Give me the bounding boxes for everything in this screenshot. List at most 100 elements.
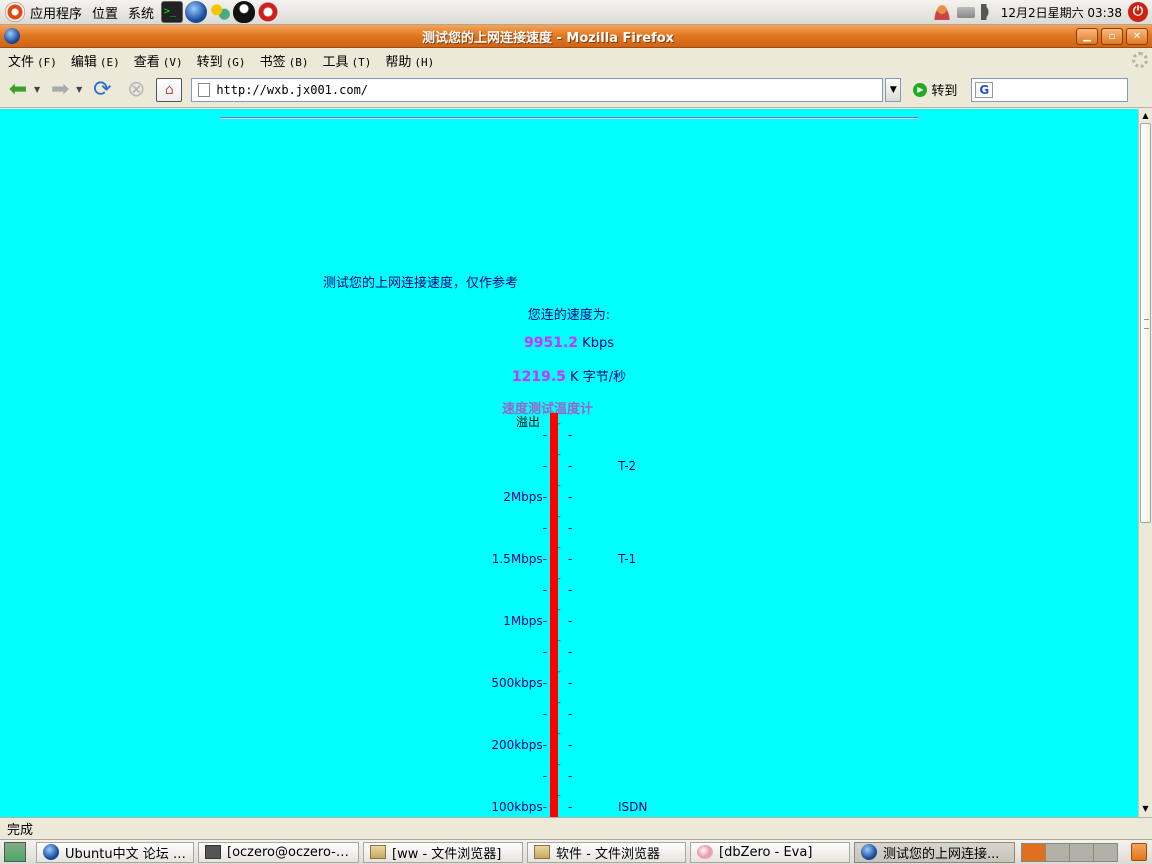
menu-system[interactable]: 系统	[123, 3, 159, 22]
back-history-dropdown-icon[interactable]: ▼	[34, 85, 40, 94]
bar-mark: -	[558, 419, 561, 428]
home-button[interactable]: ⌂	[156, 77, 183, 102]
menu-places[interactable]: 位置	[87, 3, 123, 22]
menu-tools[interactable]: 工具 (T)	[317, 51, 376, 70]
kbytes-value: 1219.5	[511, 369, 566, 385]
music-player-launcher-icon[interactable]	[257, 1, 280, 23]
close-button[interactable]: ✕	[1126, 27, 1148, 45]
speed-label: 您连的速度为:	[527, 308, 611, 323]
stop-button[interactable]: ⊗	[122, 76, 150, 104]
scale-dash: -	[568, 583, 573, 597]
menu-edit[interactable]: 编辑 (E)	[66, 51, 125, 70]
bar-mark: -	[558, 605, 561, 614]
search-bar[interactable]: G	[971, 77, 1129, 102]
printer-icon[interactable]	[956, 6, 975, 18]
ubuntu-logo-icon[interactable]	[5, 2, 25, 22]
workspace-switcher	[1021, 842, 1118, 862]
firefox-window-icon[interactable]	[4, 28, 20, 44]
throbber-icon	[1132, 52, 1148, 68]
workspace-3[interactable]	[1069, 842, 1094, 862]
bar-mark: -	[558, 543, 561, 552]
taskbar-item-ww-file-browser[interactable]: [ww - 文件浏览器]	[363, 841, 523, 863]
page-content: 测试您的上网连接速度，仅作参考 您连的速度为: 9951.2 Kbps 1219…	[0, 109, 1138, 817]
terminal-launcher-icon[interactable]: >_	[161, 1, 184, 23]
scale-dash: -	[542, 583, 547, 597]
menu-file[interactable]: 文件 (F)	[3, 51, 62, 70]
window-title: 测试您的上网连接速度 - Mozilla Firefox	[421, 30, 675, 46]
menu-view[interactable]: 查看 (V)	[129, 51, 188, 70]
scale-dash: -	[568, 614, 573, 628]
scale-dash: -	[568, 676, 573, 690]
workspace-4[interactable]	[1093, 842, 1118, 862]
terminal-icon	[205, 845, 221, 859]
trash-icon[interactable]	[1131, 843, 1147, 861]
maximize-button[interactable]: ▫	[1101, 27, 1123, 45]
taskbar-item-software-file-browser[interactable]: 软件 - 文件浏览器	[527, 841, 686, 863]
forward-button[interactable]: ➡	[46, 76, 74, 104]
reload-button[interactable]: ⟳	[88, 76, 116, 104]
scale-label-200kbps: 200kbps-	[491, 738, 547, 752]
line-label-t1: T-1	[618, 552, 637, 566]
vertical-scrollbar[interactable]: ▲ ▼	[1138, 109, 1152, 817]
user-status-icon[interactable]	[932, 4, 951, 20]
kbps-readout: 9951.2 Kbps	[0, 335, 1138, 351]
scale-dash: -	[542, 521, 547, 535]
go-arrow-icon: ▶	[913, 82, 928, 97]
kbytes-readout: 1219.5 K 字节/秒	[0, 366, 1138, 385]
url-history-dropdown-icon[interactable]: ▼	[885, 77, 902, 102]
power-icon[interactable]: ⏻	[1128, 2, 1148, 22]
menu-go[interactable]: 转到 (G)	[192, 51, 251, 70]
line-label-t2: T-2	[618, 459, 637, 473]
search-input[interactable]	[997, 82, 1118, 97]
scale-dash: -	[542, 428, 547, 442]
scale-dash: -	[568, 459, 573, 473]
scale-dash: -	[568, 521, 573, 535]
url-input[interactable]	[216, 82, 883, 97]
bar-mark: -	[558, 760, 561, 769]
workspace-2[interactable]	[1045, 842, 1070, 862]
panel-clock[interactable]: 12月2日星期六 03:38	[1001, 4, 1122, 21]
line-label-isdn: ISDN	[618, 800, 648, 814]
firefox-launcher-icon[interactable]	[185, 1, 208, 23]
scale-dash: -	[568, 490, 573, 504]
scroll-down-arrow-icon[interactable]: ▼	[1139, 802, 1152, 816]
bar-mark: -	[558, 791, 561, 800]
show-desktop-icon[interactable]	[4, 842, 26, 862]
taskbar-item-eva[interactable]: [dbZero - Eva]	[690, 841, 850, 863]
bar-mark: -	[558, 729, 561, 738]
url-bar[interactable]	[191, 77, 884, 102]
go-button[interactable]: ▶ 转到	[913, 80, 957, 99]
messenger-launcher-icon[interactable]	[209, 1, 232, 23]
status-text: 完成	[7, 822, 34, 838]
scale-label-1-5mbps: 1.5Mbps-	[491, 552, 547, 566]
menu-help[interactable]: 帮助 (H)	[380, 51, 439, 70]
qq-penguin-launcher-icon[interactable]	[233, 1, 256, 23]
taskbar-item-firefox[interactable]: 测试您的上网连接...	[854, 841, 1015, 863]
scale-label-500kbps: 500kbps-	[491, 676, 547, 690]
page-heading: 测试您的上网连接速度，仅作参考	[323, 276, 519, 291]
menu-applications[interactable]: 应用程序	[25, 3, 87, 22]
window-titlebar[interactable]: 测试您的上网连接速度 - Mozilla Firefox ▁ ▫ ✕	[0, 25, 1152, 48]
volume-icon[interactable]	[980, 4, 995, 20]
forward-history-dropdown-icon[interactable]: ▼	[76, 85, 82, 94]
bar-mark: -	[558, 636, 561, 645]
scrollbar-thumb[interactable]	[1140, 123, 1151, 523]
taskbar-item-terminal[interactable]: [oczero@oczero-…	[198, 841, 359, 863]
menubar: 文件 (F) 编辑 (E) 查看 (V) 转到 (G) 书签 (B) 工具 (T) 帮助 (H…	[0, 48, 1152, 72]
page-icon	[198, 82, 211, 97]
scale-dash: -	[568, 800, 573, 814]
kbps-unit: Kbps	[578, 336, 614, 351]
google-search-engine-icon[interactable]: G	[975, 81, 994, 98]
globe-icon	[43, 844, 59, 860]
menu-bookmarks[interactable]: 书签 (B)	[255, 51, 314, 70]
back-button[interactable]: ⬅	[4, 76, 32, 104]
scale-dash: -	[568, 738, 573, 752]
workspace-1[interactable]	[1021, 842, 1046, 862]
speed-thermometer-bar	[550, 413, 558, 817]
navigation-toolbar: ⬅ ▼ ➡ ▼ ⟳ ⊗ ⌂ ▼ ▶ 转到 G	[0, 72, 1152, 108]
taskbar-item-ubuntu-forum[interactable]: Ubuntu中文 论坛 …	[36, 841, 194, 863]
scroll-up-arrow-icon[interactable]: ▲	[1139, 109, 1152, 123]
minimize-button[interactable]: ▁	[1076, 27, 1098, 45]
scale-dash: -	[542, 645, 547, 659]
globe-icon	[861, 844, 877, 860]
